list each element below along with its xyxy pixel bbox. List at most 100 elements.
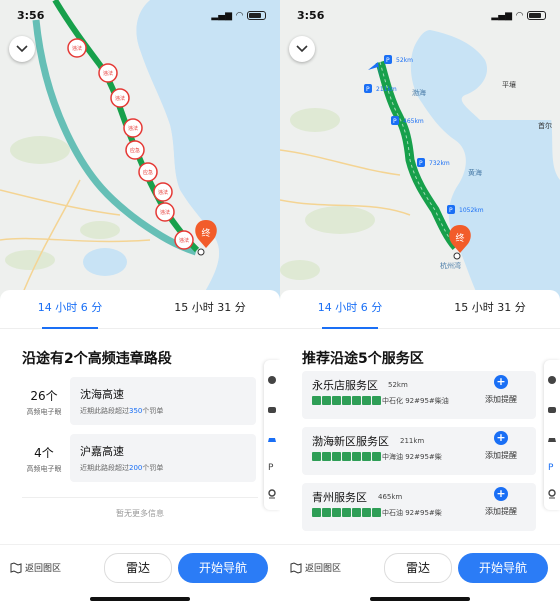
- car-icon[interactable]: [547, 430, 557, 442]
- camera-icon[interactable]: [547, 400, 557, 413]
- map-icon: [10, 561, 22, 574]
- weather-icon[interactable]: [267, 370, 277, 384]
- svg-text:P: P: [386, 57, 390, 64]
- route-tabs: 14 小时 6 分 15 小时 31 分: [0, 290, 280, 329]
- segment-desc: 近期此路段超过200个罚单: [80, 464, 164, 472]
- location-icon[interactable]: [547, 484, 557, 499]
- violation-segment[interactable]: 26个 高频电子眼 沈海高速 近期此路段超过350个罚单: [20, 377, 256, 427]
- plus-icon: +: [494, 487, 508, 501]
- right-tool-strip: P: [544, 360, 560, 510]
- facility-icons: [312, 452, 381, 461]
- facility-icons: [312, 508, 381, 517]
- route-tabs: 14 小时 6 分 15 小时 31 分: [280, 290, 560, 329]
- service-name: 永乐店服务区: [312, 379, 378, 392]
- tab-route-2[interactable]: 15 小时 31 分: [140, 290, 280, 328]
- service-marker[interactable]: P 732km: [417, 158, 450, 167]
- camera-count-label: 高频电子眼: [26, 408, 62, 416]
- add-reminder-button[interactable]: + 添加提醒: [476, 375, 526, 405]
- fuel-info: 中石油 92#95#柴: [382, 509, 442, 517]
- segment-desc: 近期此路段超过350个罚单: [80, 407, 164, 415]
- service-marker[interactable]: P 1052km: [447, 205, 484, 214]
- svg-text:P: P: [268, 463, 274, 471]
- back-to-map-button[interactable]: 返回图区: [10, 561, 61, 574]
- service-area-card[interactable]: 青州服务区 465km 中石油 92#95#柴 + 添加提醒: [302, 483, 536, 531]
- svg-text:465km: 465km: [403, 118, 424, 125]
- start-navigation-button[interactable]: 开始导航: [178, 553, 268, 583]
- radar-button[interactable]: 雷达: [384, 553, 452, 583]
- service-area-icon[interactable]: P: [267, 456, 277, 473]
- add-reminder-button[interactable]: + 添加提醒: [476, 487, 526, 517]
- status-time: 3:56: [297, 9, 325, 22]
- start-navigation-button[interactable]: 开始导航: [458, 553, 548, 583]
- collapse-button[interactable]: [289, 36, 315, 62]
- battery-icon: [527, 11, 546, 20]
- wifi-icon: ◠: [516, 10, 523, 21]
- camera-count: 4个: [34, 446, 54, 460]
- violation-marker: 违法: [103, 70, 113, 77]
- collapse-button[interactable]: [9, 36, 35, 62]
- section-title: 推荐沿途5个服务区: [302, 351, 424, 367]
- weather-icon[interactable]: [547, 370, 557, 384]
- violation-marker: 违法: [160, 209, 170, 216]
- svg-text:P: P: [449, 207, 453, 214]
- service-name: 渤海新区服务区: [312, 435, 389, 448]
- back-label: 返回图区: [25, 564, 62, 574]
- violation-segment[interactable]: 4个 高频电子眼 沪嘉高速 近期此路段超过200个罚单: [20, 434, 256, 484]
- svg-text:终: 终: [455, 232, 464, 244]
- svg-text:P: P: [393, 118, 397, 125]
- map-view[interactable]: P 52km P 211km P 465km P 732km P 1052km 渤海 黄海…: [280, 0, 560, 300]
- chevron-down-icon: [296, 45, 308, 53]
- service-distance: 211km: [400, 437, 425, 445]
- signal-icon: ▂▄▆: [211, 10, 233, 21]
- battery-icon: [247, 11, 266, 20]
- fuel-info: 中海油 92#95#柴: [382, 453, 442, 461]
- screen-service-areas: P 52km P 211km P 465km P 732km P 1052km 渤海 黄海…: [280, 0, 560, 606]
- status-time: 3:56: [17, 9, 45, 22]
- map-icon: [290, 561, 302, 574]
- sea-label: 渤海: [412, 88, 426, 97]
- service-area-card[interactable]: 渤海新区服务区 211km 中海油 92#95#柴 + 添加提醒: [302, 427, 536, 475]
- service-area-icon[interactable]: P: [547, 456, 557, 473]
- plus-icon: +: [494, 431, 508, 445]
- service-marker[interactable]: P 211km: [364, 84, 397, 93]
- camera-count-label: 高频电子眼: [26, 465, 62, 473]
- city-label: 首尔: [538, 121, 552, 130]
- back-label: 返回图区: [305, 564, 342, 574]
- car-icon[interactable]: [267, 430, 277, 442]
- road-name: 沪嘉高速: [80, 445, 124, 458]
- road-name: 沈海高速: [80, 388, 124, 401]
- violation-marker: 违法: [128, 125, 138, 132]
- service-marker[interactable]: P 465km: [391, 116, 424, 125]
- home-indicator: [370, 597, 470, 601]
- divider: [22, 497, 258, 498]
- no-more-info: 暂无更多信息: [116, 509, 164, 518]
- signal-icon: ▂▄▆: [491, 10, 513, 21]
- back-to-map-button[interactable]: 返回图区: [290, 561, 341, 574]
- segment-card: 沪嘉高速 近期此路段超过200个罚单: [70, 434, 256, 482]
- service-area-card[interactable]: 永乐店服务区 52km 中石化 92#95#柴油 + 添加提醒: [302, 371, 536, 419]
- map-view[interactable]: 违法 违法 违法 违法 应急 应急 违法 违法 违法 终: [0, 0, 280, 300]
- tab-route-1[interactable]: 14 小时 6 分: [0, 290, 140, 329]
- segment-card: 沈海高速 近期此路段超过350个罚单: [70, 377, 256, 425]
- camera-icon[interactable]: [267, 400, 277, 413]
- violation-marker: 应急: [143, 169, 153, 176]
- svg-text:211km: 211km: [376, 86, 397, 93]
- service-distance: 465km: [378, 493, 403, 501]
- bay-label: 杭州湾: [440, 261, 461, 270]
- home-indicator: [90, 597, 190, 601]
- location-icon[interactable]: [267, 484, 277, 499]
- right-tool-strip: P: [264, 360, 280, 510]
- service-name: 青州服务区: [312, 491, 367, 504]
- violation-marker: 应急: [130, 147, 140, 154]
- add-reminder-button[interactable]: + 添加提醒: [476, 431, 526, 461]
- service-marker[interactable]: P 52km: [384, 55, 413, 64]
- tab-route-1[interactable]: 14 小时 6 分: [280, 290, 420, 329]
- facility-icons: [312, 396, 381, 405]
- status-bar: 3:56 ▂▄▆ ◠: [17, 9, 266, 22]
- tab-route-2[interactable]: 15 小时 31 分: [420, 290, 560, 328]
- plus-icon: +: [494, 375, 508, 389]
- svg-text:P: P: [419, 160, 423, 167]
- radar-button[interactable]: 雷达: [104, 553, 172, 583]
- chevron-down-icon: [16, 45, 28, 53]
- sea-label: 黄海: [468, 168, 482, 177]
